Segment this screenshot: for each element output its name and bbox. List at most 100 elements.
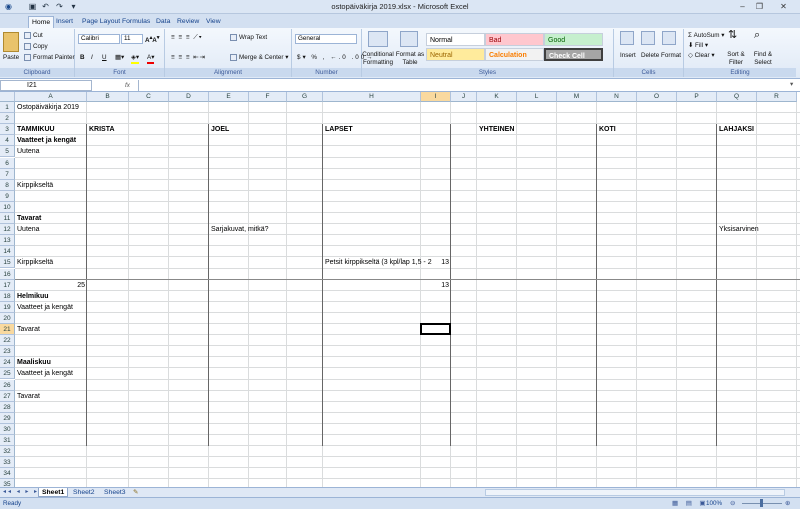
format-painter-button[interactable]: Format Painter	[24, 53, 75, 62]
cut-button[interactable]: Cut	[24, 31, 43, 40]
insert-button[interactable]: Insert	[620, 51, 636, 60]
cell-a8[interactable]: Kirppikseltä	[15, 180, 53, 191]
row-header-17[interactable]: 17	[0, 279, 15, 291]
row-header-31[interactable]: 31	[0, 435, 15, 446]
cell-a1[interactable]: Ostopäiväkirja 2019	[15, 102, 79, 113]
row-header-4[interactable]: 4	[0, 135, 15, 147]
format-button[interactable]: Format	[661, 51, 681, 60]
column-header-j[interactable]: J	[451, 92, 477, 102]
tab-data[interactable]: Data	[153, 16, 173, 28]
style-check-cell[interactable]: Check Cell	[544, 48, 603, 61]
column-header-n[interactable]: N	[597, 92, 637, 102]
column-header-c[interactable]: C	[129, 92, 169, 102]
style-good[interactable]: Good	[544, 33, 603, 46]
column-header-e[interactable]: E	[209, 92, 249, 102]
row-header-27[interactable]: 27	[0, 390, 15, 402]
italic-button[interactable]: I	[91, 53, 93, 62]
tab-home[interactable]: Home	[28, 16, 55, 28]
format-cells-icon[interactable]	[662, 31, 676, 45]
fill-button[interactable]: ⬇ Fill ▾	[688, 41, 708, 50]
column-header-l[interactable]: L	[517, 92, 557, 102]
sheet-tab-sheet1[interactable]: Sheet1	[38, 488, 69, 497]
cell-a11[interactable]: Tavarat	[15, 213, 41, 224]
row-header-20[interactable]: 20	[0, 312, 15, 324]
row-header-12[interactable]: 12	[0, 224, 15, 236]
cell-k3[interactable]: YHTEINEN	[477, 124, 514, 135]
row-header-34[interactable]: 34	[0, 468, 15, 480]
column-header-i[interactable]: I	[421, 92, 451, 102]
row-header-9[interactable]: 9	[0, 190, 15, 202]
name-box[interactable]: I21	[0, 80, 92, 91]
row-header-3[interactable]: 3	[0, 124, 15, 136]
row-header-18[interactable]: 18	[0, 290, 15, 302]
column-header-a[interactable]: A	[15, 92, 87, 102]
cell-a24[interactable]: Maaliskuu	[15, 357, 51, 368]
column-header-f[interactable]: F	[249, 92, 287, 102]
tab-formulas[interactable]: Formulas	[119, 16, 153, 28]
row-header-29[interactable]: 29	[0, 412, 15, 424]
autosum-button[interactable]: Σ AutoSum ▾	[688, 31, 724, 40]
find-select-icon[interactable]: ⌕	[754, 30, 760, 41]
tab-view[interactable]: View	[203, 16, 224, 28]
underline-button[interactable]: U	[102, 53, 107, 62]
borders-icon[interactable]: ▦▾	[115, 53, 124, 62]
insert-sheet-icon[interactable]: ✎	[133, 488, 138, 497]
column-header-g[interactable]: G	[287, 92, 323, 102]
style-bad[interactable]: Bad	[485, 33, 544, 46]
cell-e3[interactable]: JOEL	[209, 124, 229, 135]
function-icon[interactable]: fx	[125, 81, 130, 90]
cell-n3[interactable]: KOTI	[597, 124, 616, 135]
style-calculation[interactable]: Calculation	[485, 48, 544, 61]
column-header-m[interactable]: M	[557, 92, 597, 102]
cell-a3[interactable]: TAMMIKUU	[15, 124, 55, 135]
wrap-text-button[interactable]: Wrap Text	[230, 33, 267, 42]
view-buttons-icon[interactable]: ▦ ▤ ▣	[672, 499, 708, 508]
delete-cells-icon[interactable]	[641, 31, 655, 45]
cell-a4[interactable]: Vaatteet ja kengät	[15, 135, 76, 146]
row-header-19[interactable]: 19	[0, 301, 15, 313]
row-header-16[interactable]: 16	[0, 268, 15, 280]
cell-a18[interactable]: Helmikuu	[15, 291, 49, 302]
worksheet-grid[interactable]: A B C D E F G H I J K L M N O P Q R 1 2 3 4 5 6 7 8 9 10 11 12 13 14 15 1…	[0, 92, 800, 487]
cell-q12[interactable]: Yksisarvinen	[717, 224, 759, 235]
sort-filter-icon[interactable]: ⇅	[728, 30, 737, 41]
minimize-icon[interactable]: –	[735, 1, 750, 12]
cell-a19[interactable]: Vaatteet ja kengät	[15, 302, 73, 313]
copy-button[interactable]: Copy	[24, 42, 48, 51]
insert-cells-icon[interactable]	[620, 31, 634, 45]
row-header-30[interactable]: 30	[0, 423, 15, 435]
grow-font-icon[interactable]: A▴A▾	[145, 34, 159, 45]
font-size-dropdown[interactable]: 11	[121, 34, 143, 44]
fill-color-icon[interactable]: ◈▾	[131, 53, 140, 64]
row-header-8[interactable]: 8	[0, 179, 15, 191]
row-header-28[interactable]: 28	[0, 401, 15, 413]
bold-button[interactable]: B	[80, 53, 85, 62]
cell-e12[interactable]: Sarjakuvat, mitkä?	[209, 224, 269, 235]
row-header-26[interactable]: 26	[0, 379, 15, 391]
cell-h3[interactable]: LAPSET	[323, 124, 353, 135]
cell-a15[interactable]: Kirppikseltä	[15, 257, 53, 268]
conditional-formatting-button[interactable]: Conditional Formatting	[362, 51, 394, 67]
row-header-2[interactable]: 2	[0, 113, 15, 125]
font-name-dropdown[interactable]: Calibri	[78, 34, 120, 44]
row-header-35[interactable]: 35	[0, 479, 15, 487]
active-cell-outline[interactable]	[420, 323, 451, 336]
row-header-21[interactable]: 21	[0, 324, 15, 335]
restore-icon[interactable]: ❐	[752, 1, 767, 12]
cell-i15[interactable]: 13	[421, 257, 451, 268]
row-header-33[interactable]: 33	[0, 457, 15, 469]
align-left-icons[interactable]: ≡ ≡ ≡ ⇤⇥	[171, 53, 206, 62]
row-header-5[interactable]: 5	[0, 146, 15, 158]
zoom-in-icon[interactable]: ⊕	[785, 499, 790, 508]
find-select-button[interactable]: Find & Select	[750, 51, 776, 67]
sheet-tab-sheet3[interactable]: Sheet3	[101, 488, 129, 497]
conditional-formatting-icon[interactable]	[368, 31, 388, 47]
style-normal[interactable]: Normal	[426, 33, 485, 46]
cell-q3[interactable]: LAHJAKSI	[717, 124, 754, 135]
column-header-p[interactable]: P	[677, 92, 717, 102]
tab-insert[interactable]: Insert	[53, 16, 76, 28]
cell-a27[interactable]: Tavarat	[15, 391, 40, 402]
column-header-r[interactable]: R	[757, 92, 797, 102]
tab-page-layout[interactable]: Page Layout	[79, 16, 123, 28]
column-header-o[interactable]: O	[637, 92, 677, 102]
